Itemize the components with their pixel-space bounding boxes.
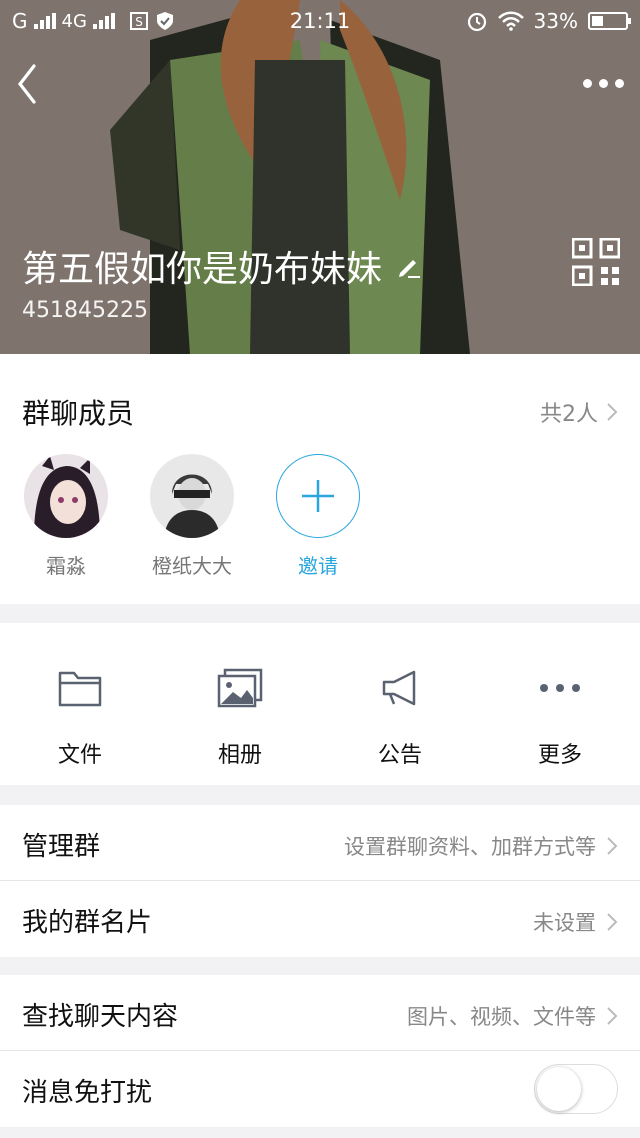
- tool-label: 更多: [537, 743, 582, 768]
- my-group-card-row[interactable]: 我的群名片 未设置: [0, 881, 640, 957]
- search-chat-row[interactable]: 查找聊天内容 图片、视频、文件等: [0, 975, 640, 1051]
- do-not-disturb-row: 消息免打扰: [0, 1051, 640, 1127]
- tool-more[interactable]: 更多: [480, 663, 640, 769]
- do-not-disturb-title: 消息免打扰: [22, 1078, 153, 1108]
- invite-button[interactable]: 邀请: [270, 454, 366, 579]
- tool-label: 文件: [57, 743, 102, 768]
- members-section: 群聊成员 共2人 霜淼 橙纸大大 邀请: [0, 354, 640, 604]
- group-name: 第五假如你是奶布妹妹: [22, 249, 383, 290]
- avatar: [150, 454, 234, 538]
- clock: 21:11: [289, 9, 351, 33]
- group-id: 451845225: [22, 298, 148, 323]
- tool-announcement[interactable]: 公告: [320, 663, 480, 769]
- megaphone-icon: [382, 670, 416, 706]
- chevron-right-icon: [607, 913, 618, 931]
- more-menu-button[interactable]: [580, 68, 626, 98]
- member-item[interactable]: 霜淼: [18, 454, 114, 579]
- edit-icon[interactable]: [396, 253, 422, 279]
- invite-circle: [276, 454, 360, 538]
- more-dots-icon: [540, 684, 580, 692]
- tool-label: 公告: [377, 743, 422, 768]
- manage-group-value: 设置群聊资料、加群方式等: [344, 835, 596, 859]
- tool-album[interactable]: 相册: [160, 663, 320, 769]
- top-bar: [0, 50, 640, 120]
- folder-icon: [58, 671, 102, 707]
- member-name: 霜淼: [46, 554, 86, 578]
- chevron-right-icon: [607, 403, 618, 421]
- my-group-card-title: 我的群名片: [22, 908, 153, 938]
- back-button[interactable]: [10, 58, 50, 108]
- do-not-disturb-toggle[interactable]: [534, 1064, 618, 1114]
- search-chat-title: 查找聊天内容: [22, 1002, 179, 1032]
- plus-icon: [302, 480, 334, 512]
- avatar: [24, 454, 108, 538]
- my-group-card-value: 未设置: [533, 911, 596, 935]
- group-tools: 文件 相册 公告 更多: [0, 623, 640, 785]
- group-name-row: 第五假如你是奶布妹妹: [22, 240, 422, 292]
- invite-label: 邀请: [298, 554, 338, 578]
- battery-icon: [588, 12, 631, 30]
- chevron-right-icon: [607, 837, 618, 855]
- search-chat-value: 图片、视频、文件等: [407, 1005, 596, 1029]
- member-name: 橙纸大大: [152, 554, 232, 578]
- qr-code-icon[interactable]: [572, 238, 620, 286]
- tool-files[interactable]: 文件: [0, 663, 160, 769]
- members-title: 群聊成员: [22, 397, 135, 430]
- back-arrow-icon: [17, 64, 36, 104]
- member-item[interactable]: 橙纸大大: [144, 454, 240, 579]
- members-count-link[interactable]: 共2人: [540, 396, 618, 428]
- album-icon: [217, 668, 263, 708]
- manage-group-row[interactable]: 管理群 设置群聊资料、加群方式等: [0, 805, 640, 881]
- manage-group-title: 管理群: [22, 832, 101, 862]
- members-count: 共2人: [540, 402, 598, 427]
- toggle-knob: [537, 1067, 581, 1111]
- chevron-right-icon: [607, 1007, 618, 1025]
- status-bar: G 4G S 21:11 33%: [0, 0, 640, 42]
- tool-label: 相册: [217, 743, 262, 768]
